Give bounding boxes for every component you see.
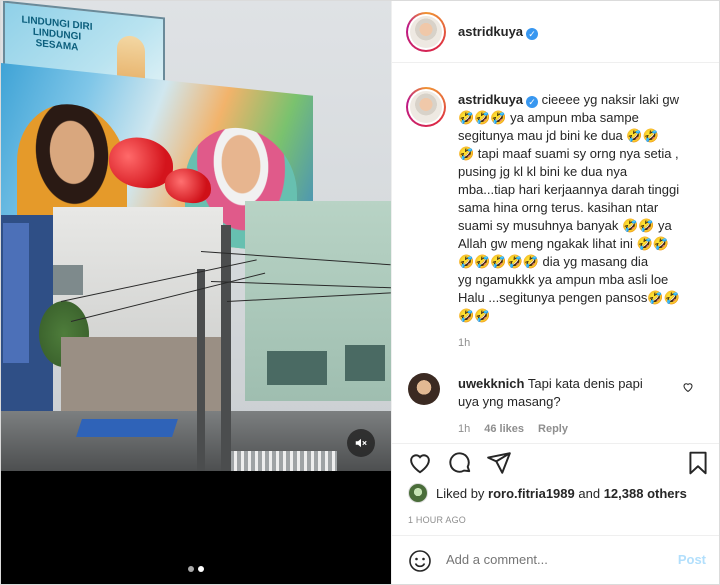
caption-timestamp: 1h — [458, 337, 471, 349]
utility-pole — [197, 269, 205, 471]
verified-badge-icon: ✓ — [526, 96, 539, 108]
comment-input[interactable] — [446, 552, 666, 567]
caption-line: pusing jg kl kl bini ke dua nya — [458, 164, 628, 179]
caption-author-avatar[interactable] — [406, 87, 446, 127]
comment-composer: Post — [392, 535, 719, 584]
comment-meta: 1h 46 likes Reply — [458, 423, 568, 435]
fence — [227, 451, 337, 471]
verified-badge-icon: ✓ — [526, 28, 539, 40]
mute-button[interactable] — [347, 429, 375, 457]
post-caption: astridkuya ✓ cieeee yg naksir laki gw 🤣🤣🤣… — [458, 91, 708, 325]
caption-line: 🤣🤣🤣🤣🤣 dia yg masang dia — [458, 254, 649, 269]
like-button[interactable] — [407, 450, 433, 476]
caption-line: Halu ...segitunya pengen pansos🤣🤣 — [458, 290, 680, 305]
commenter-avatar[interactable] — [408, 373, 440, 405]
caption-line: mba...tiap hari kerjaannya darah tinggi — [458, 182, 680, 197]
billboard-small-text: LINDUNGI DIRI LINDUNGI SESAMA — [21, 14, 93, 54]
caption-line: Allah gw meng ngakak lihat ini 🤣🤣 — [458, 236, 669, 251]
mute-icon — [355, 438, 367, 448]
carousel-dot — [188, 566, 194, 572]
likes-summary: Liked by roro.fitria1989 and 12,388 othe… — [408, 483, 687, 503]
comment-icon — [449, 452, 471, 473]
caption-line: 🤣🤣🤣 ya ampun mba sampe — [458, 110, 639, 125]
caption-line: 🤣🤣 — [458, 308, 491, 323]
likes-prefix: Liked by — [436, 485, 485, 501]
comment-line: uya yng masang? — [458, 394, 561, 409]
shop-awning — [76, 419, 178, 437]
likes-count[interactable]: 12,388 others — [604, 486, 687, 501]
utility-pole — [221, 225, 231, 471]
liked-by-user[interactable]: roro.fitria1989 — [488, 486, 575, 501]
heart-icon — [410, 454, 430, 474]
author-avatar[interactable] — [406, 12, 446, 52]
likes-and: and — [578, 485, 601, 501]
share-button[interactable] — [486, 450, 512, 476]
heart-icon — [683, 383, 693, 393]
caption-line: 🤣 tapi maaf suami sy orng nya setia , — [458, 146, 679, 161]
comment-text: uwekknich Tapi kata denis papi uya yng m… — [458, 375, 678, 411]
carousel-dot-active — [198, 566, 204, 572]
share-icon — [487, 452, 511, 474]
building-window — [345, 345, 385, 381]
comment-line: Tapi kata denis papi — [527, 376, 643, 391]
comment-like-button[interactable] — [682, 381, 694, 396]
emoji-icon — [409, 550, 431, 572]
building-window — [267, 351, 327, 385]
carousel-indicator — [1, 566, 391, 572]
caption-line: segitunya mau jd bini ke dua 🤣🤣 — [458, 128, 659, 143]
commenter-username[interactable]: uwekknich — [458, 376, 524, 391]
building-green — [245, 201, 391, 401]
comment-timestamp: 1h — [458, 423, 471, 435]
instagram-post-window: LINDUNGI DIRI LINDUNGI SESAMA astridkuya… — [0, 0, 720, 585]
comment-button[interactable] — [447, 450, 473, 476]
caption-line: sama hina orng terus. kasihan ntar — [458, 200, 659, 215]
post-media[interactable]: LINDUNGI DIRI LINDUNGI SESAMA — [1, 1, 391, 584]
caption-author-username[interactable]: astridkuya — [458, 92, 523, 107]
video-frame[interactable]: LINDUNGI DIRI LINDUNGI SESAMA — [1, 1, 391, 471]
save-button[interactable] — [685, 450, 711, 476]
caption-line: suami sy musuhnya banyak 🤣🤣 ya — [458, 218, 672, 233]
comments-section[interactable]: astridkuya ✓ cieeee yg naksir laki gw 🤣🤣🤣… — [392, 63, 719, 443]
action-bar — [392, 443, 719, 479]
post-header: astridkuya ✓ — [392, 1, 719, 63]
post-panel: astridkuya ✓ astridkuya ✓ cieeee yg naksir… — [391, 1, 719, 584]
caption-line: yg ngamukkk ya ampun mba asli loe — [458, 272, 669, 287]
post-timestamp[interactable]: 1 HOUR AGO — [408, 515, 466, 525]
author-username[interactable]: astridkuya — [458, 24, 523, 39]
post-comment-button[interactable]: Post — [678, 552, 706, 567]
building-window — [53, 265, 83, 295]
caption-line: cieeee yg naksir laki gw — [541, 92, 679, 107]
comment-likes[interactable]: 46 likes — [484, 423, 524, 435]
bookmark-icon — [689, 451, 707, 475]
comment-reply-button[interactable]: Reply — [538, 423, 568, 435]
emoji-button[interactable] — [408, 549, 432, 576]
liker-avatar[interactable] — [408, 483, 428, 503]
side-banner — [3, 223, 29, 363]
